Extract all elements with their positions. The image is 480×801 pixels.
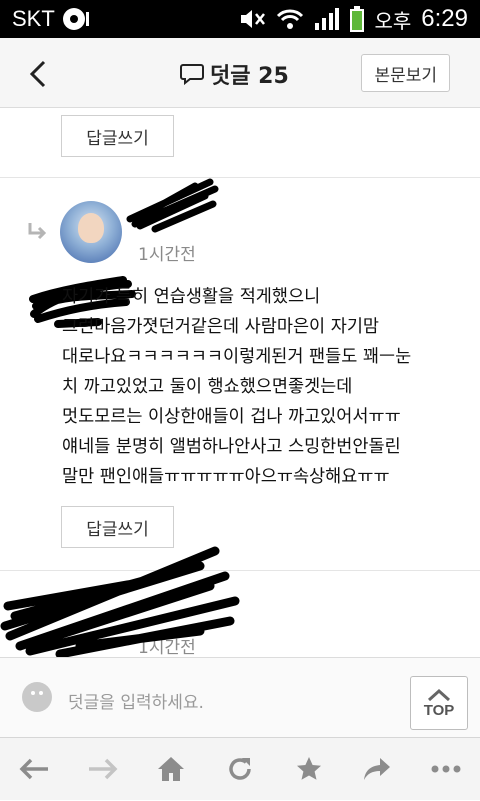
forward-nav-button[interactable] <box>73 738 133 801</box>
share-button[interactable] <box>347 738 407 801</box>
back-nav-button[interactable] <box>4 738 64 801</box>
signal-icon <box>315 8 340 30</box>
comment-list[interactable]: 답글쓰기 1시간전 자기가 특히 연습생활을 적게했으니 그런마음가졋던거같은데… <box>0 109 480 657</box>
chevron-up-icon <box>427 688 451 701</box>
carrier-label: SKT <box>12 6 55 31</box>
cd-icon <box>62 8 89 30</box>
mute-icon <box>241 10 266 28</box>
reply-button[interactable]: 답글쓰기 <box>61 506 174 548</box>
page-title: 덧글 25 <box>210 64 289 89</box>
redacted-username-scribble <box>126 178 219 233</box>
browser-toolbar <box>0 737 480 800</box>
chevron-left-icon <box>29 60 46 88</box>
home-icon <box>158 757 185 781</box>
battery-icon <box>350 6 365 32</box>
redacted-comment-scribble <box>0 546 240 657</box>
reply-arrow-icon <box>28 223 47 240</box>
back-button[interactable] <box>18 54 58 94</box>
status-bar: SKT 오후 6:29 <box>0 0 480 38</box>
wifi-icon <box>277 9 304 29</box>
more-button[interactable] <box>416 738 476 801</box>
comment-text: 자기가 특히 연습생활을 적게했으니 그런마음가졋던거같은데 사람마은이 자기맘… <box>62 287 412 487</box>
emoticon-icon[interactable] <box>22 682 52 712</box>
refresh-icon <box>229 758 251 780</box>
more-icon <box>431 765 461 773</box>
bookmark-button[interactable] <box>279 738 339 801</box>
clock: 6:29 <box>421 5 468 32</box>
scroll-top-button[interactable]: TOP <box>410 676 468 730</box>
comment-input-bar: 덧글을 입력하세요. TOP <box>0 657 480 737</box>
reply-button[interactable]: 답글쓰기 <box>61 115 174 157</box>
comment-time: 1시간전 <box>138 245 196 265</box>
comments-header: 덧글 25 본문보기 <box>0 38 480 108</box>
share-icon <box>364 758 391 780</box>
view-article-button[interactable]: 본문보기 <box>361 54 450 92</box>
home-button[interactable] <box>141 738 201 801</box>
clock-ampm: 오후 <box>374 10 412 33</box>
star-icon <box>296 757 321 780</box>
scroll-top-label: TOP <box>423 701 455 719</box>
comment-divider <box>0 177 480 178</box>
forward-arrow-icon <box>88 758 118 780</box>
speech-bubble-icon <box>180 64 204 85</box>
page-title-group: 덧글 25 <box>180 58 289 90</box>
comment-input[interactable]: 덧글을 입력하세요. <box>68 688 204 713</box>
avatar[interactable] <box>60 201 122 263</box>
refresh-button[interactable] <box>210 738 270 801</box>
back-arrow-icon <box>19 758 49 780</box>
